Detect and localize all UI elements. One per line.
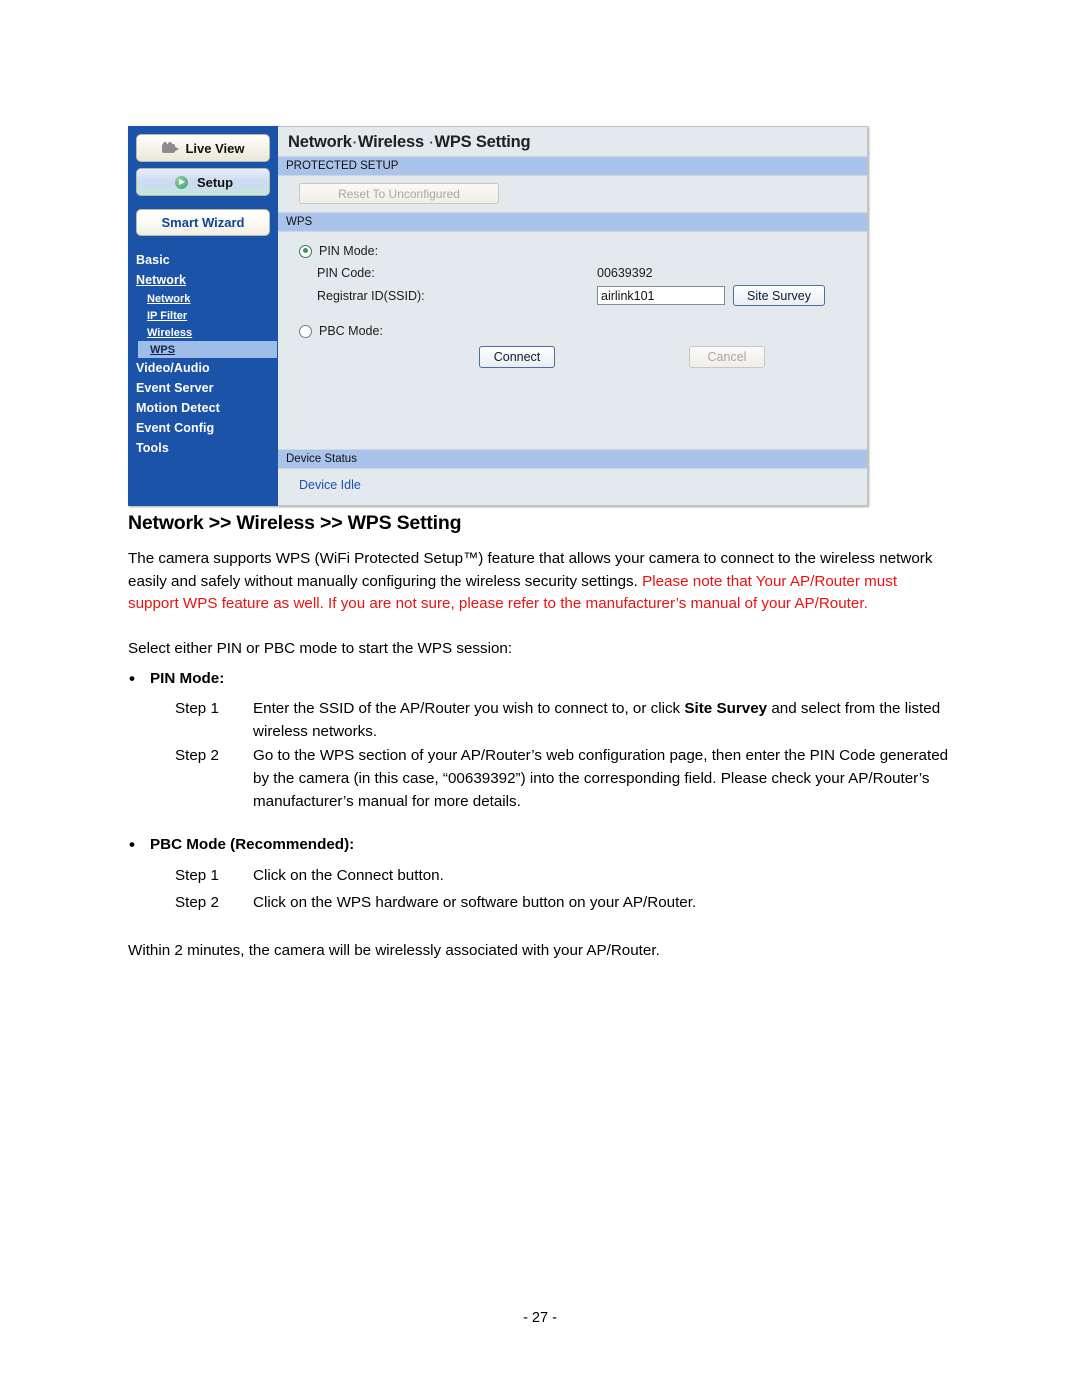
- breadcrumb-network: Network: [288, 133, 352, 151]
- pin-code-row: PIN Code: 00639392: [317, 262, 867, 283]
- pbc-step-1-label: Step 1: [175, 867, 219, 884]
- sidebar-item-event-config[interactable]: Event Config: [128, 418, 278, 438]
- registrar-id-label: Registrar ID(SSID):: [317, 288, 425, 303]
- registrar-id-row: Registrar ID(SSID): Site Survey: [317, 285, 867, 306]
- setup-label: Setup: [196, 174, 234, 190]
- smart-wizard-button[interactable]: Smart Wizard: [136, 209, 270, 236]
- section-header-wps: WPS: [278, 212, 867, 232]
- pbc-mode-radio-row[interactable]: PBC Mode:: [299, 324, 867, 338]
- pbc-mode-radio[interactable]: [299, 324, 312, 338]
- sidebar-label-event-server: Event Server: [136, 381, 214, 395]
- section-label-protected-setup: PROTECTED SETUP: [286, 160, 399, 172]
- sidebar-item-tools[interactable]: Tools: [128, 438, 278, 458]
- sidebar-label-motion-detect: Motion Detect: [136, 401, 220, 415]
- connect-label: Connect: [493, 350, 541, 364]
- setup-button[interactable]: Setup: [136, 168, 270, 196]
- bullet-pbc-mode: PBC Mode (Recommended):: [129, 835, 354, 855]
- pin-step-2-label: Step 2: [175, 747, 219, 764]
- sidebar-item-network[interactable]: Network: [128, 270, 278, 290]
- connect-button[interactable]: Connect: [479, 346, 555, 368]
- sidebar-item-wireless[interactable]: Wireless: [128, 324, 278, 341]
- device-status-section: Device Status Device Idle: [278, 449, 867, 505]
- pin-mode-label: PIN Mode:: [319, 244, 379, 258]
- screenshot-main-panel: Network·Wireless ·WPS Setting PROTECTED …: [278, 126, 868, 506]
- sidebar-item-wps[interactable]: WPS: [138, 341, 277, 358]
- camera-web-ui-screenshot: Live View Setup Smart Wizard Basic Netwo…: [128, 126, 868, 506]
- section-header-protected-setup: PROTECTED SETUP: [278, 156, 867, 176]
- camcorder-icon: [161, 141, 180, 155]
- sidebar-item-event-server[interactable]: Event Server: [128, 378, 278, 398]
- sidebar-label-video-audio: Video/Audio: [136, 361, 210, 375]
- sidebar-item-basic[interactable]: Basic: [128, 250, 278, 270]
- registrar-ssid-input[interactable]: [597, 286, 725, 305]
- sidebar-label-network-sub: Network: [147, 292, 191, 305]
- bullet-pin-mode: PIN Mode:: [129, 669, 224, 689]
- pbc-step-2-body: Click on the WPS hardware or software bu…: [253, 894, 697, 911]
- setup-play-icon: [173, 175, 191, 189]
- pin-mode-radio[interactable]: [299, 244, 312, 258]
- sidebar-nav: Basic Network Network IP Filter Wireless…: [128, 250, 278, 458]
- pbc-mode-label: PBC Mode:: [319, 324, 383, 338]
- pbc-step-2: Step 2 Click on the WPS hardware or soft…: [175, 891, 950, 914]
- device-status-value: Device Idle: [299, 478, 361, 492]
- sidebar-item-motion-detect[interactable]: Motion Detect: [128, 398, 278, 418]
- live-view-label: Live View: [185, 140, 245, 156]
- sidebar-label-wireless: Wireless: [147, 326, 193, 339]
- section-label-wps: WPS: [286, 216, 313, 228]
- page-title: Network >> Wireless >> WPS Setting: [128, 512, 462, 534]
- breadcrumb-wps-setting: WPS Setting: [434, 133, 531, 151]
- wps-form: PIN Mode: PIN Code: 00639392 Registrar I…: [278, 232, 867, 382]
- pbc-step-2-label: Step 2: [175, 894, 219, 911]
- pin-step-2: Step 2 Go to the WPS section of your AP/…: [175, 744, 950, 813]
- reset-to-unconfigured-button[interactable]: Reset To Unconfigured: [299, 183, 499, 204]
- pin-step-2-body: Go to the WPS section of your AP/Router’…: [253, 747, 949, 810]
- page-footer: - 27 -: [523, 1310, 557, 1326]
- sidebar-label-event-config: Event Config: [136, 421, 215, 435]
- section-header-device-status: Device Status: [278, 449, 867, 469]
- pin-step-1: Step 1 Enter the SSID of the AP/Router y…: [175, 697, 950, 743]
- screenshot-sidebar: Live View Setup Smart Wizard Basic Netwo…: [128, 126, 278, 506]
- pin-step-1-body: Enter the SSID of the AP/Router you wish…: [253, 697, 950, 743]
- intro-paragraph: The camera supports WPS (WiFi Protected …: [128, 548, 950, 616]
- live-view-button[interactable]: Live View: [136, 134, 270, 162]
- pbc-step-1: Step 1 Click on the Connect button.: [175, 864, 950, 887]
- sidebar-item-ip-filter[interactable]: IP Filter: [128, 307, 278, 324]
- panel-breadcrumb-title: Network·Wireless ·WPS Setting: [278, 127, 867, 156]
- sidebar-label-basic: Basic: [136, 253, 170, 267]
- pin-code-value: 00639392: [597, 265, 653, 280]
- pin-step-1-label: Step 1: [175, 700, 219, 717]
- select-mode-line: Select either PIN or PBC mode to start t…: [128, 640, 513, 657]
- sidebar-label-ip-filter: IP Filter: [147, 309, 188, 322]
- pbc-step-1-body: Click on the Connect button.: [253, 867, 444, 884]
- pin-mode-radio-row[interactable]: PIN Mode:: [299, 244, 867, 258]
- sidebar-item-network-sub[interactable]: Network: [128, 290, 278, 307]
- sidebar-item-video-audio[interactable]: Video/Audio: [128, 358, 278, 378]
- closing-paragraph: Within 2 minutes, the camera will be wir…: [128, 942, 660, 959]
- sidebar-label-tools: Tools: [136, 441, 169, 455]
- pin-step-1-text-a: Enter the SSID of the AP/Router you wish…: [253, 700, 685, 717]
- cancel-button[interactable]: Cancel: [689, 346, 765, 368]
- sidebar-label-network: Network: [136, 273, 187, 287]
- site-survey-button[interactable]: Site Survey: [733, 285, 825, 306]
- section-label-device-status: Device Status: [286, 453, 357, 465]
- smart-wizard-label: Smart Wizard: [161, 215, 245, 230]
- pin-code-label: PIN Code:: [317, 265, 375, 280]
- wps-action-row: Connect Cancel: [299, 346, 867, 368]
- reset-button-label: Reset To Unconfigured: [338, 186, 460, 201]
- sidebar-label-wps: WPS: [150, 343, 176, 356]
- cancel-label: Cancel: [707, 350, 747, 364]
- pin-step-1-bold: Site Survey: [684, 700, 768, 717]
- breadcrumb-wireless: Wireless: [357, 133, 424, 151]
- site-survey-label: Site Survey: [747, 288, 811, 303]
